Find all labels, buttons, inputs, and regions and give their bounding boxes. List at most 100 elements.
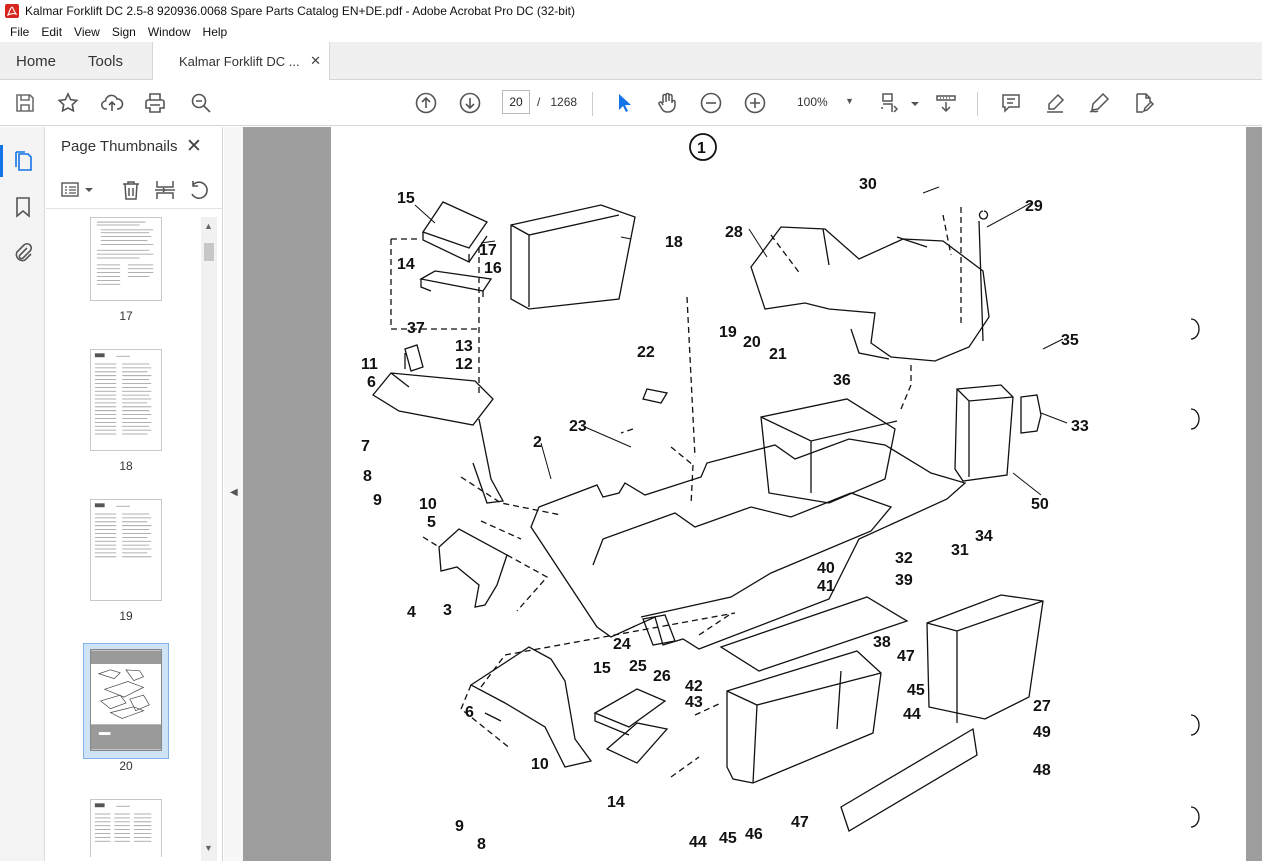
select-arrow-icon[interactable] xyxy=(612,91,636,115)
panel-collapse-handle[interactable]: ◀ xyxy=(224,127,243,861)
sign-pen-icon[interactable] xyxy=(1087,91,1111,115)
left-nav-rail xyxy=(0,127,45,861)
part-label: 26 xyxy=(653,668,671,685)
thumbnail-page[interactable] xyxy=(90,217,162,301)
page-thumbnails-icon[interactable] xyxy=(0,145,35,177)
tab-home[interactable]: Home xyxy=(16,42,56,80)
zoom-in-icon[interactable] xyxy=(743,91,767,115)
part-label: 43 xyxy=(685,694,703,711)
tab-document[interactable]: Kalmar Forklift DC ... ✕ xyxy=(152,42,330,81)
part-label: 19 xyxy=(719,324,737,341)
part-label: 27 xyxy=(1033,698,1051,715)
menu-sign[interactable]: Sign xyxy=(106,25,142,39)
page-up-icon[interactable] xyxy=(414,91,438,115)
tab-document-label: Kalmar Forklift DC ... xyxy=(179,54,300,69)
part-label: 44 xyxy=(903,706,921,723)
part-label: 13 xyxy=(455,338,473,355)
highlight-pen-icon[interactable] xyxy=(1043,91,1067,115)
fit-page-icon[interactable] xyxy=(878,91,902,115)
tab-close-icon[interactable]: ✕ xyxy=(310,53,321,69)
part-label: 50 xyxy=(1031,496,1049,513)
thumbnail-list: 17 18 19 20 xyxy=(46,217,201,857)
part-label: 17 xyxy=(479,242,497,259)
delete-trash-icon[interactable] xyxy=(120,179,142,201)
part-label: 34 xyxy=(975,528,993,545)
page-number-input[interactable]: 20 xyxy=(502,90,530,114)
document-view[interactable]: 1 15 17 16 14 18 37 13 12 11 6 7 8 9 10 … xyxy=(243,127,1262,861)
part-label: 36 xyxy=(833,372,851,389)
menu-edit[interactable]: Edit xyxy=(35,25,68,39)
title-bar: Kalmar Forklift DC 2.5-8 920936.0068 Spa… xyxy=(0,0,1262,22)
save-icon[interactable] xyxy=(13,91,37,115)
thumbnail-page[interactable] xyxy=(90,799,162,857)
print-icon[interactable] xyxy=(143,91,167,115)
part-label: 30 xyxy=(859,176,877,193)
scroll-down-icon[interactable]: ▼ xyxy=(204,843,213,853)
part-label: 16 xyxy=(484,260,502,277)
part-label: 12 xyxy=(455,356,473,373)
part-label: 28 xyxy=(725,224,743,241)
zoom-find-icon[interactable] xyxy=(189,91,213,115)
part-label: 42 xyxy=(685,678,703,695)
part-label: 24 xyxy=(613,636,631,653)
close-icon[interactable]: ✕ xyxy=(186,135,202,158)
bookmarks-icon[interactable] xyxy=(11,195,35,219)
toolbar-divider xyxy=(977,92,978,116)
thumbnail-page-current[interactable] xyxy=(90,649,162,751)
thumbnail-page[interactable] xyxy=(90,349,162,451)
exploded-parts-diagram: 1 15 17 16 14 18 37 13 12 11 6 7 8 9 10 … xyxy=(361,133,1200,853)
page-down-icon[interactable] xyxy=(458,91,482,115)
edit-export-icon[interactable] xyxy=(1131,91,1155,115)
menu-window[interactable]: Window xyxy=(142,25,197,39)
part-label: 23 xyxy=(569,418,587,435)
part-label: 32 xyxy=(895,550,913,567)
rotate-icon[interactable] xyxy=(188,179,210,201)
insert-page-icon[interactable] xyxy=(154,179,176,201)
chevron-down-icon: ▼ xyxy=(845,96,854,106)
acrobat-app-icon xyxy=(5,4,19,18)
bookmark-star-icon[interactable] xyxy=(56,91,80,115)
part-label: 10 xyxy=(419,496,437,513)
part-label: 45 xyxy=(907,682,925,699)
scrollbar-thumb[interactable] xyxy=(204,243,214,261)
attachment-paperclip-icon[interactable] xyxy=(11,241,35,265)
part-label: 14 xyxy=(607,794,625,811)
part-label: 6 xyxy=(367,374,376,391)
part-label: 7 xyxy=(361,438,370,455)
options-menu-icon[interactable] xyxy=(60,179,96,201)
menu-view[interactable]: View xyxy=(68,25,106,39)
pdf-page: 1 15 17 16 14 18 37 13 12 11 6 7 8 9 10 … xyxy=(331,127,1246,861)
part-label: 11 xyxy=(361,356,378,373)
tab-tools[interactable]: Tools xyxy=(88,42,123,80)
scroll-mode-icon[interactable] xyxy=(934,91,958,115)
thumbnail-scrollbar[interactable]: ▲ ▼ xyxy=(201,217,217,861)
part-label: 44 xyxy=(689,834,707,851)
part-label: 41 xyxy=(817,578,835,595)
part-label: 45 xyxy=(719,830,737,847)
part-label: 18 xyxy=(665,234,683,251)
part-label: 49 xyxy=(1033,724,1051,741)
thumbnail-page[interactable] xyxy=(90,499,162,601)
thumbnail-label: 18 xyxy=(119,459,133,473)
upload-cloud-icon[interactable] xyxy=(100,91,124,115)
part-label: 4 xyxy=(407,604,416,621)
comment-icon[interactable] xyxy=(999,91,1023,115)
menu-help[interactable]: Help xyxy=(197,25,234,39)
part-label: 3 xyxy=(443,602,452,619)
part-label: 47 xyxy=(897,648,915,665)
part-label: 29 xyxy=(1025,198,1043,215)
zoom-value: 100% xyxy=(797,95,828,109)
part-label: 33 xyxy=(1071,418,1089,435)
part-label: 2 xyxy=(533,434,542,451)
part-label: 5 xyxy=(427,514,436,531)
zoom-select[interactable]: 100% ▼ xyxy=(790,90,860,114)
menu-file[interactable]: File xyxy=(4,25,35,39)
zoom-out-icon[interactable] xyxy=(699,91,723,115)
part-label: 15 xyxy=(593,660,611,677)
chevron-down-icon[interactable] xyxy=(903,91,919,115)
part-label: 9 xyxy=(455,818,464,835)
part-label: 6 xyxy=(465,704,474,721)
part-label: 21 xyxy=(769,346,787,363)
scroll-up-icon[interactable]: ▲ xyxy=(204,221,213,231)
hand-icon[interactable] xyxy=(655,91,679,115)
